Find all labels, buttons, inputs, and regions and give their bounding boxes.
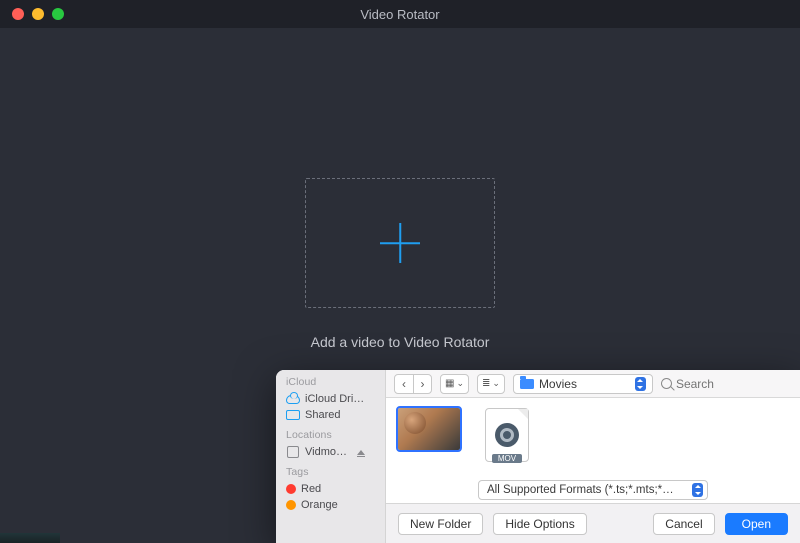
add-video-dropzone[interactable] bbox=[305, 178, 495, 308]
dialog-toolbar: ‹ › ▦⌄ ≣⌄ Movies bbox=[386, 370, 800, 398]
tag-dot-icon bbox=[286, 484, 296, 494]
file-item-mov[interactable]: MOV bbox=[476, 408, 538, 462]
sidebar-tag-red[interactable]: Red bbox=[286, 481, 385, 497]
eject-icon[interactable] bbox=[354, 446, 368, 458]
cloud-icon bbox=[286, 393, 300, 405]
search-icon bbox=[661, 378, 672, 389]
sidebar-label: Shared bbox=[305, 409, 340, 421]
video-thumbnail bbox=[398, 408, 460, 450]
sidebar-tag-orange[interactable]: Orange bbox=[286, 497, 385, 513]
file-open-dialog: iCloud iCloud Dri… Shared Locations Vidm… bbox=[276, 370, 800, 543]
format-select[interactable]: All Supported Formats (*.ts;*.mts;*… bbox=[478, 480, 708, 500]
sidebar-item-icloud-drive[interactable]: iCloud Dri… bbox=[286, 391, 385, 407]
dialog-main: ‹ › ▦⌄ ≣⌄ Movies bbox=[386, 370, 800, 543]
sidebar-label: Vidmo… bbox=[305, 446, 347, 458]
nav-forward-button[interactable]: › bbox=[413, 375, 431, 393]
format-row: All Supported Formats (*.ts;*.mts;*… bbox=[386, 477, 800, 503]
grid-icon: ▦ bbox=[445, 378, 454, 389]
dialog-button-bar: New Folder Hide Options Cancel Open bbox=[386, 503, 800, 543]
cancel-button[interactable]: Cancel bbox=[653, 513, 714, 535]
file-browser[interactable]: MOV bbox=[386, 398, 800, 477]
format-label: All Supported Formats (*.ts;*.mts;*… bbox=[487, 484, 692, 496]
sidebar-header-icloud: iCloud bbox=[286, 376, 385, 388]
nav-back-forward: ‹ › bbox=[394, 374, 432, 394]
sidebar-label: iCloud Dri… bbox=[305, 393, 364, 405]
tag-dot-icon bbox=[286, 500, 296, 510]
document-icon: MOV bbox=[485, 408, 529, 462]
location-label: Movies bbox=[539, 377, 577, 391]
updown-icon bbox=[635, 377, 646, 391]
dialog-sidebar: iCloud iCloud Dri… Shared Locations Vidm… bbox=[276, 370, 386, 543]
titlebar: Video Rotator bbox=[0, 0, 800, 28]
open-button[interactable]: Open bbox=[725, 513, 788, 535]
window-title: Video Rotator bbox=[0, 7, 800, 22]
sidebar-label: Red bbox=[301, 483, 321, 495]
plus-icon bbox=[380, 223, 420, 263]
new-folder-button[interactable]: New Folder bbox=[398, 513, 483, 535]
dock-edge bbox=[0, 533, 60, 543]
folder-icon bbox=[520, 379, 534, 389]
location-popup[interactable]: Movies bbox=[513, 374, 653, 394]
file-item-video[interactable] bbox=[398, 408, 460, 450]
minimize-window-button[interactable] bbox=[32, 8, 44, 20]
updown-icon bbox=[692, 483, 703, 497]
group-icon: ≣ bbox=[482, 378, 490, 389]
hide-options-button[interactable]: Hide Options bbox=[493, 513, 586, 535]
quicktime-icon bbox=[495, 423, 519, 447]
sidebar-header-tags: Tags bbox=[286, 466, 385, 478]
dropzone-caption: Add a video to Video Rotator bbox=[311, 334, 490, 350]
disk-icon bbox=[286, 446, 300, 458]
zoom-window-button[interactable] bbox=[52, 8, 64, 20]
shared-folder-icon bbox=[286, 409, 300, 421]
search-field[interactable] bbox=[661, 377, 792, 391]
close-window-button[interactable] bbox=[12, 8, 24, 20]
view-mode-selector[interactable]: ▦⌄ bbox=[440, 374, 469, 394]
group-by-selector[interactable]: ≣⌄ bbox=[477, 374, 505, 394]
search-input[interactable] bbox=[676, 377, 746, 391]
sidebar-label: Orange bbox=[301, 499, 338, 511]
sidebar-item-disk[interactable]: Vidmo… bbox=[286, 444, 385, 460]
sidebar-item-shared[interactable]: Shared bbox=[286, 407, 385, 423]
sidebar-header-locations: Locations bbox=[286, 429, 385, 441]
file-badge: MOV bbox=[492, 454, 522, 463]
nav-back-button[interactable]: ‹ bbox=[395, 375, 413, 393]
window-controls bbox=[0, 8, 64, 20]
